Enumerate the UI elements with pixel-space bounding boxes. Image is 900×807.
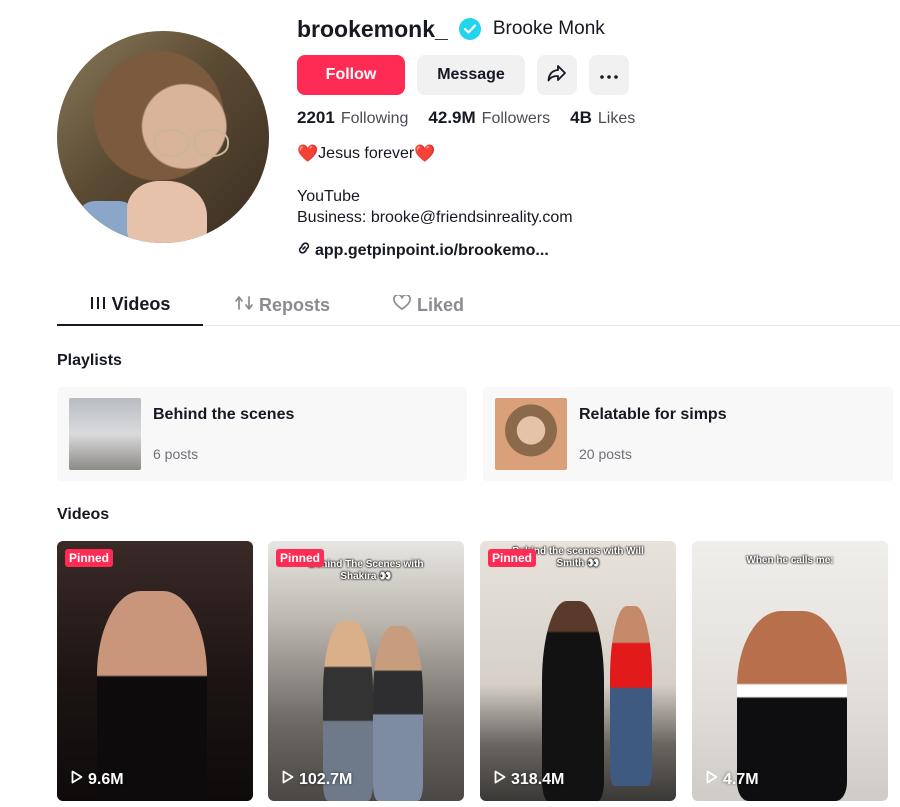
- heart-emoji-icon: ❤️: [414, 144, 436, 163]
- profile-avatar[interactable]: [57, 31, 269, 243]
- grid-lines-icon: [90, 294, 112, 315]
- video-card[interactable]: Pinned 9.6M: [57, 541, 253, 801]
- view-count-text: 9.6M: [88, 770, 124, 788]
- view-count: 4.7M: [706, 770, 759, 789]
- bio-line-2: YouTube: [297, 188, 360, 205]
- tab-reposts[interactable]: Reposts: [235, 285, 330, 326]
- stat-followers[interactable]: 42.9M Followers: [428, 108, 550, 128]
- view-count: 9.6M: [71, 770, 124, 789]
- playlist-name: Relatable for simps: [579, 406, 727, 423]
- video-caption: When he calls me:: [746, 555, 834, 566]
- playlist-name: Behind the scenes: [153, 406, 295, 423]
- username: brookemonk_: [297, 15, 448, 42]
- bio-link-text: app.getpinpoint.io/brookemo...: [315, 241, 549, 259]
- view-count-text: 318.4M: [511, 770, 565, 788]
- playlist-card[interactable]: Relatable for simps 20 posts: [483, 387, 893, 481]
- followers-label: Followers: [481, 110, 551, 127]
- tab-videos[interactable]: Videos: [57, 285, 203, 326]
- video-card[interactable]: Behind The Scenes with Shakira 👀 Pinned …: [268, 541, 464, 801]
- videos-heading: Videos: [57, 506, 110, 523]
- repost-icon: [235, 295, 259, 316]
- video-thumbnail-figure: [610, 606, 652, 786]
- tab-reposts-label: Reposts: [259, 295, 331, 315]
- likes-count: 4B: [570, 108, 592, 127]
- tab-liked[interactable]: Liked: [393, 285, 464, 326]
- username-row: brookemonk_ Brooke Monk: [297, 14, 605, 44]
- stat-likes: 4B Likes: [570, 108, 635, 128]
- view-count: 102.7M: [282, 770, 352, 789]
- avatar-hand: [127, 181, 207, 243]
- video-card[interactable]: When he calls me: 4.7M: [692, 541, 888, 801]
- following-count: 2201: [297, 108, 335, 127]
- view-count: 318.4M: [494, 770, 564, 789]
- play-icon: [494, 770, 511, 789]
- followers-count: 42.9M: [428, 108, 476, 127]
- share-arrow-icon: [547, 64, 567, 87]
- playlists-heading: Playlists: [57, 352, 122, 369]
- playlist-card[interactable]: Behind the scenes 6 posts: [57, 387, 467, 481]
- bio-details: YouTube Business: brooke@friendsinrealit…: [297, 186, 573, 228]
- share-button[interactable]: [537, 55, 577, 95]
- video-card[interactable]: Behind the scenes with Will Smith 👀 Pinn…: [480, 541, 676, 801]
- video-thumbnail-figure: [373, 626, 423, 801]
- play-icon: [282, 770, 299, 789]
- playlist-count: 20 posts: [579, 446, 632, 462]
- bio-text: Jesus forever: [318, 145, 415, 162]
- tab-videos-label: Videos: [111, 294, 171, 314]
- bio-line-1: ❤️ Jesus forever ❤️: [297, 144, 435, 164]
- follow-button[interactable]: Follow: [297, 55, 405, 95]
- bio-link[interactable]: app.getpinpoint.io/brookemo...: [297, 241, 549, 260]
- bio-line-3: Business: brooke@friendsinreality.com: [297, 209, 573, 226]
- view-count-text: 102.7M: [299, 770, 353, 788]
- stat-following[interactable]: 2201 Following: [297, 108, 408, 128]
- playlist-thumbnail: [495, 398, 567, 470]
- avatar-glasses-right: [193, 129, 229, 157]
- pinned-badge: Pinned: [65, 549, 114, 567]
- play-icon: [706, 770, 723, 789]
- playlist-thumbnail: [69, 398, 141, 470]
- heart-emoji-icon: ❤️: [297, 144, 319, 163]
- tab-liked-label: Liked: [417, 295, 465, 315]
- more-dots-icon: [600, 66, 618, 84]
- profile-tabs: Videos Reposts Liked: [57, 285, 900, 326]
- pinned-badge: Pinned: [276, 549, 325, 567]
- playlist-count: 6 posts: [153, 446, 199, 462]
- view-count-text: 4.7M: [723, 770, 759, 788]
- play-icon: [71, 770, 88, 789]
- pinned-badge: Pinned: [488, 549, 537, 567]
- display-name: Brooke Monk: [492, 18, 605, 39]
- verified-badge-icon: [458, 18, 481, 40]
- avatar-glasses-left: [153, 129, 189, 157]
- likes-label: Likes: [597, 110, 636, 127]
- message-button[interactable]: Message: [417, 55, 525, 95]
- following-label: Following: [340, 110, 409, 127]
- more-options-button[interactable]: [589, 55, 629, 95]
- profile-stats: 2201 Following 42.9M Followers 4B Likes: [297, 108, 655, 128]
- heart-outline-icon: [393, 293, 417, 316]
- link-icon: [297, 241, 315, 260]
